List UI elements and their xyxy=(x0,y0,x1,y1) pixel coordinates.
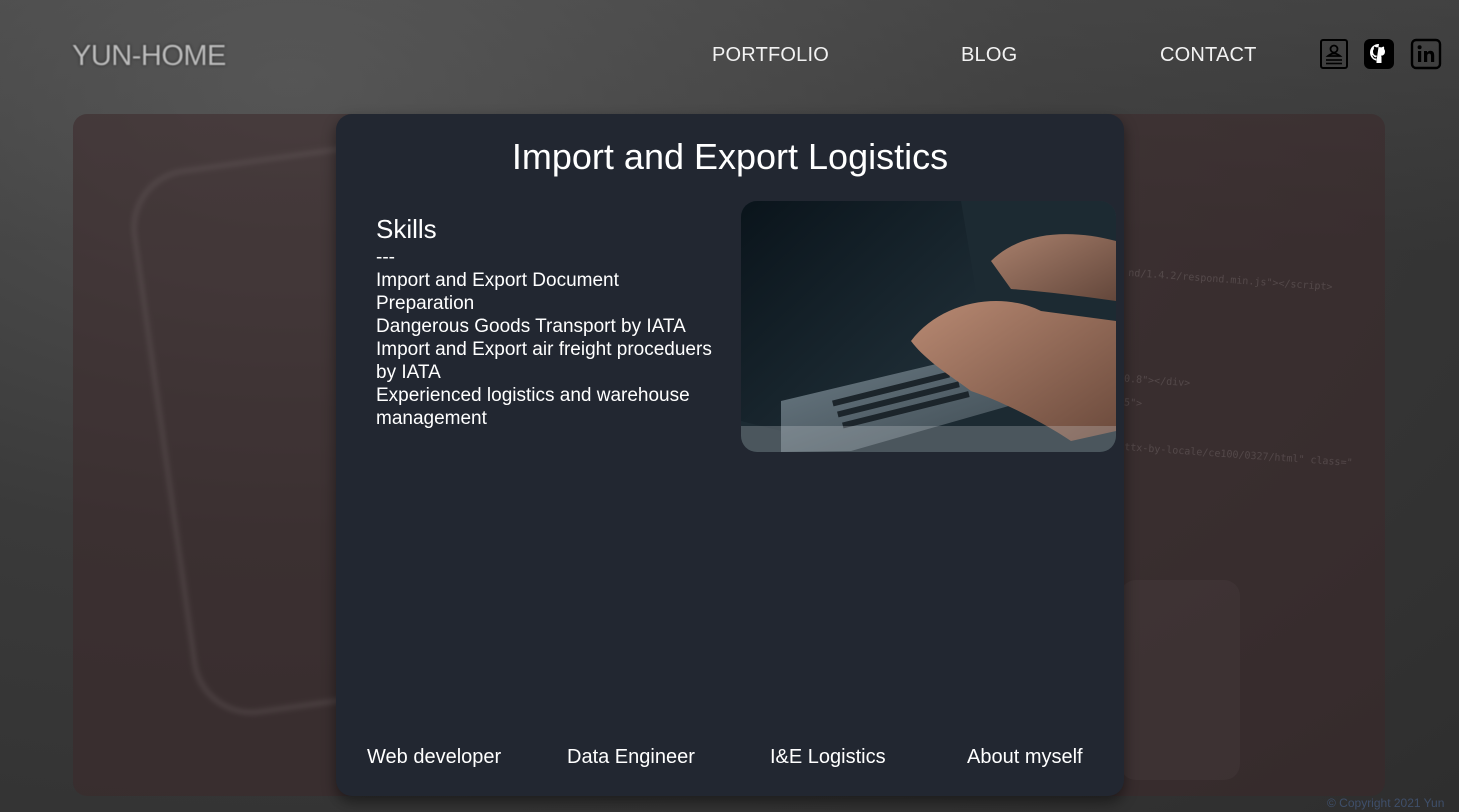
card-title: Import and Export Logistics xyxy=(511,136,949,177)
portfolio-card: Import and Export Logistics Skills --- I… xyxy=(336,114,1124,796)
footer-link-web-developer[interactable]: Web developer xyxy=(367,746,501,769)
nav-blog[interactable]: BLOG xyxy=(961,44,1017,67)
skills-heading: Skills xyxy=(376,214,437,244)
footer-link-about-myself[interactable]: About myself xyxy=(967,746,1083,769)
skill-item: Experienced logistics and warehouse mana… xyxy=(376,385,690,429)
copyright-text: © Copyright 2021 Yun xyxy=(1327,796,1445,810)
skill-item: Import and Export Document Preparation xyxy=(376,270,619,314)
resume-icon[interactable] xyxy=(1318,38,1350,70)
nav-portfolio[interactable]: PORTFOLIO xyxy=(712,44,829,67)
site-logo[interactable]: YUN-HOME xyxy=(72,40,226,73)
site-header: YUN-HOME PORTFOLIO BLOG CONTACT xyxy=(0,0,1459,112)
card-footer-nav: Web developer Data Engineer I&E Logistic… xyxy=(336,746,1124,770)
footer-link-ie-logistics[interactable]: I&E Logistics xyxy=(770,746,886,769)
footer-link-data-engineer[interactable]: Data Engineer xyxy=(567,746,695,769)
github-icon[interactable] xyxy=(1363,38,1395,70)
nav-contact[interactable]: CONTACT xyxy=(1160,44,1257,67)
skill-item: Dangerous Goods Transport by IATA xyxy=(376,316,686,337)
skill-item: Import and Export air freight proceduers… xyxy=(376,339,712,383)
skills-section: Skills --- Import and Export Document Pr… xyxy=(376,214,721,430)
linkedin-icon[interactable] xyxy=(1410,38,1442,70)
laptop-typing-photo xyxy=(741,201,1116,452)
skills-separator: --- xyxy=(376,247,395,268)
